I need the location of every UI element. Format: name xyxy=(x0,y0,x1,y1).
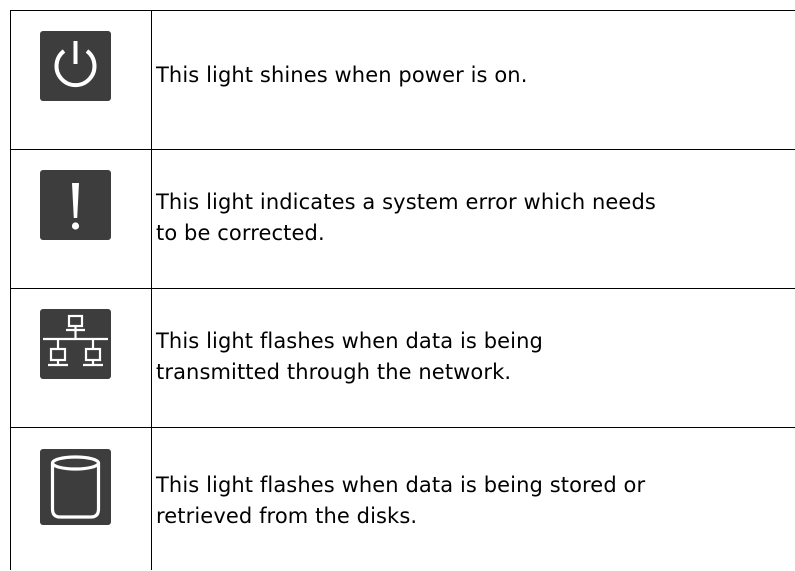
table-border-left xyxy=(10,10,11,570)
exclamation-icon xyxy=(40,170,111,240)
description-cell: This light flashes when data is being st… xyxy=(151,427,795,571)
network-description: This light flashes when data is being tr… xyxy=(156,329,543,384)
power-description: This light shines when power is on. xyxy=(156,63,528,87)
led-indicator-table: This light shines when power is on. This… xyxy=(10,10,795,571)
description-cell: This light flashes when data is being tr… xyxy=(151,288,795,427)
table-row: This light flashes when data is being tr… xyxy=(10,288,795,427)
row-divider xyxy=(10,288,795,289)
row-divider xyxy=(10,149,795,150)
network-icon xyxy=(40,309,111,379)
icon-cell xyxy=(10,288,151,427)
disk-icon xyxy=(40,449,111,525)
row-divider xyxy=(10,427,795,428)
description-cell: This light indicates a system error whic… xyxy=(151,149,795,288)
table-row: This light flashes when data is being st… xyxy=(10,427,795,571)
table-row: This light indicates a system error whic… xyxy=(10,149,795,288)
icon-cell xyxy=(10,10,151,149)
icon-cell xyxy=(10,149,151,288)
icon-cell xyxy=(10,427,151,571)
power-icon xyxy=(40,31,111,101)
error-description: This light indicates a system error whic… xyxy=(156,190,656,245)
description-cell: This light shines when power is on. xyxy=(151,10,795,149)
disk-description: This light flashes when data is being st… xyxy=(156,473,646,528)
table-border-top xyxy=(10,10,795,11)
table-row: This light shines when power is on. xyxy=(10,10,795,149)
column-divider xyxy=(151,10,152,570)
